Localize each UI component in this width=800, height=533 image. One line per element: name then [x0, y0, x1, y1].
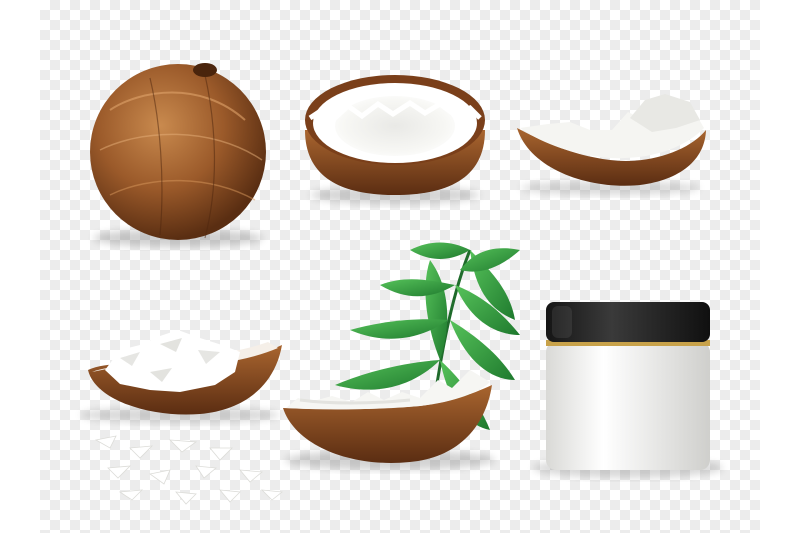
- cream-jar-icon: [533, 302, 723, 478]
- coconut-piece-icon: [517, 94, 706, 195]
- illustration-canvas: [80, 63, 723, 505]
- whole-coconut-icon: [90, 63, 266, 247]
- image-frame: [0, 0, 800, 533]
- flakes-icon: [94, 435, 284, 505]
- coconut-half-icon: [305, 75, 485, 204]
- coconut-flakes-icon: [80, 330, 282, 423]
